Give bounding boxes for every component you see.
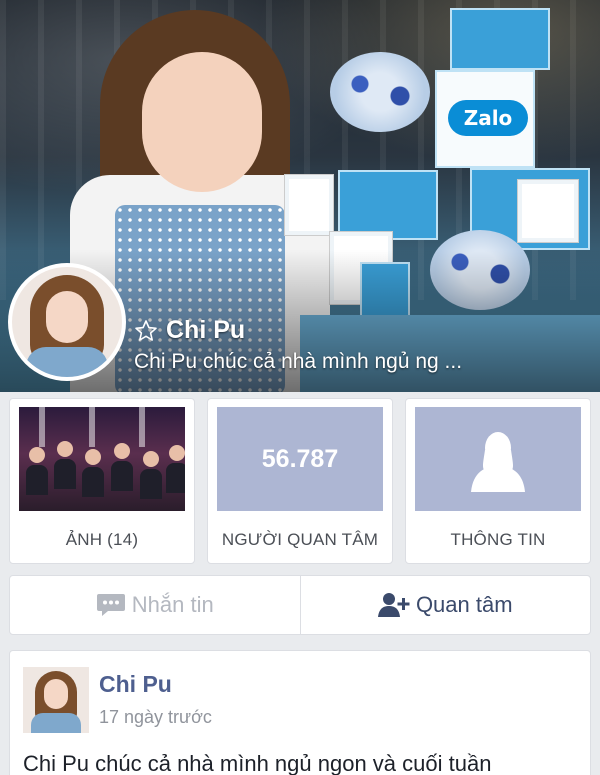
action-bar: Nhắn tin Quan tâm [9, 575, 591, 635]
gift-box [450, 8, 550, 70]
post-card: Chi Pu 17 ngày trước Chi Pu chúc cả nhà … [9, 650, 591, 775]
crowd-head [169, 445, 185, 461]
photo-frame [518, 180, 578, 242]
flower-bouquet [330, 52, 430, 132]
photos-tile[interactable]: ẢNH (14) [9, 398, 195, 564]
stage-light [39, 407, 45, 447]
crowd-body [54, 459, 76, 489]
message-label: Nhắn tin [131, 592, 214, 617]
photos-label: ẢNH (14) [65, 530, 139, 549]
gift-box [338, 170, 438, 240]
person-silhouette-icon [471, 432, 525, 492]
avatar-face [46, 291, 88, 343]
info-label: THÔNG TIN [450, 530, 546, 549]
info-thumbnail [415, 407, 581, 511]
crowd-head [29, 447, 45, 463]
add-person-icon [377, 593, 410, 617]
profile-name: Chi Pu [166, 316, 246, 344]
follow-button[interactable]: Quan tâm [301, 576, 591, 634]
profile-avatar[interactable] [8, 263, 126, 381]
followers-tile[interactable]: 56.787 NGƯỜI QUAN TÂM [207, 398, 393, 564]
crowd-head [143, 451, 159, 467]
photos-thumbnail [19, 407, 185, 511]
crowd-body [82, 467, 104, 497]
stage-light [139, 407, 145, 447]
followers-count: 56.787 [261, 444, 339, 473]
post-author-avatar[interactable] [23, 667, 89, 733]
profile-status[interactable]: Chi Pu chúc cả nhà mình ngủ ng ... [134, 350, 462, 374]
star-outline-icon[interactable] [134, 319, 158, 343]
info-tile[interactable]: THÔNG TIN [405, 398, 591, 564]
followers-count-box: 56.787 [217, 407, 383, 511]
avatar-body [26, 347, 108, 377]
follow-label: Quan tâm [415, 592, 513, 617]
crowd-head [57, 441, 73, 457]
crowd-head [85, 449, 101, 465]
profile-name-row: Chi Pu [134, 316, 245, 345]
crowd-head [114, 443, 130, 459]
followers-label: NGƯỜI QUAN TÂM [221, 530, 379, 549]
stage-light [89, 407, 95, 447]
cover-person-face [142, 52, 262, 192]
avatar-image [12, 267, 122, 377]
crowd-body [166, 463, 185, 493]
post-timestamp: 17 ngày trước [99, 707, 212, 727]
crowd-body [26, 465, 48, 495]
crowd-body [111, 461, 133, 491]
profile-tiles: ẢNH (14) 56.787 NGƯỜI QUAN TÂM THÔNG TIN [9, 398, 591, 564]
post-author-name[interactable]: Chi Pu [99, 671, 172, 698]
message-button[interactable]: Nhắn tin [10, 576, 301, 634]
avatar-body [31, 713, 81, 733]
avatar-face [44, 679, 68, 709]
crowd-body [140, 469, 162, 499]
zalo-logo: Zalo [448, 100, 528, 136]
chat-bubble-icon [96, 594, 125, 616]
photo-frame [285, 175, 333, 235]
post-text: Chi Pu chúc cả nhà mình ngủ ngon và cuối… [23, 751, 492, 775]
